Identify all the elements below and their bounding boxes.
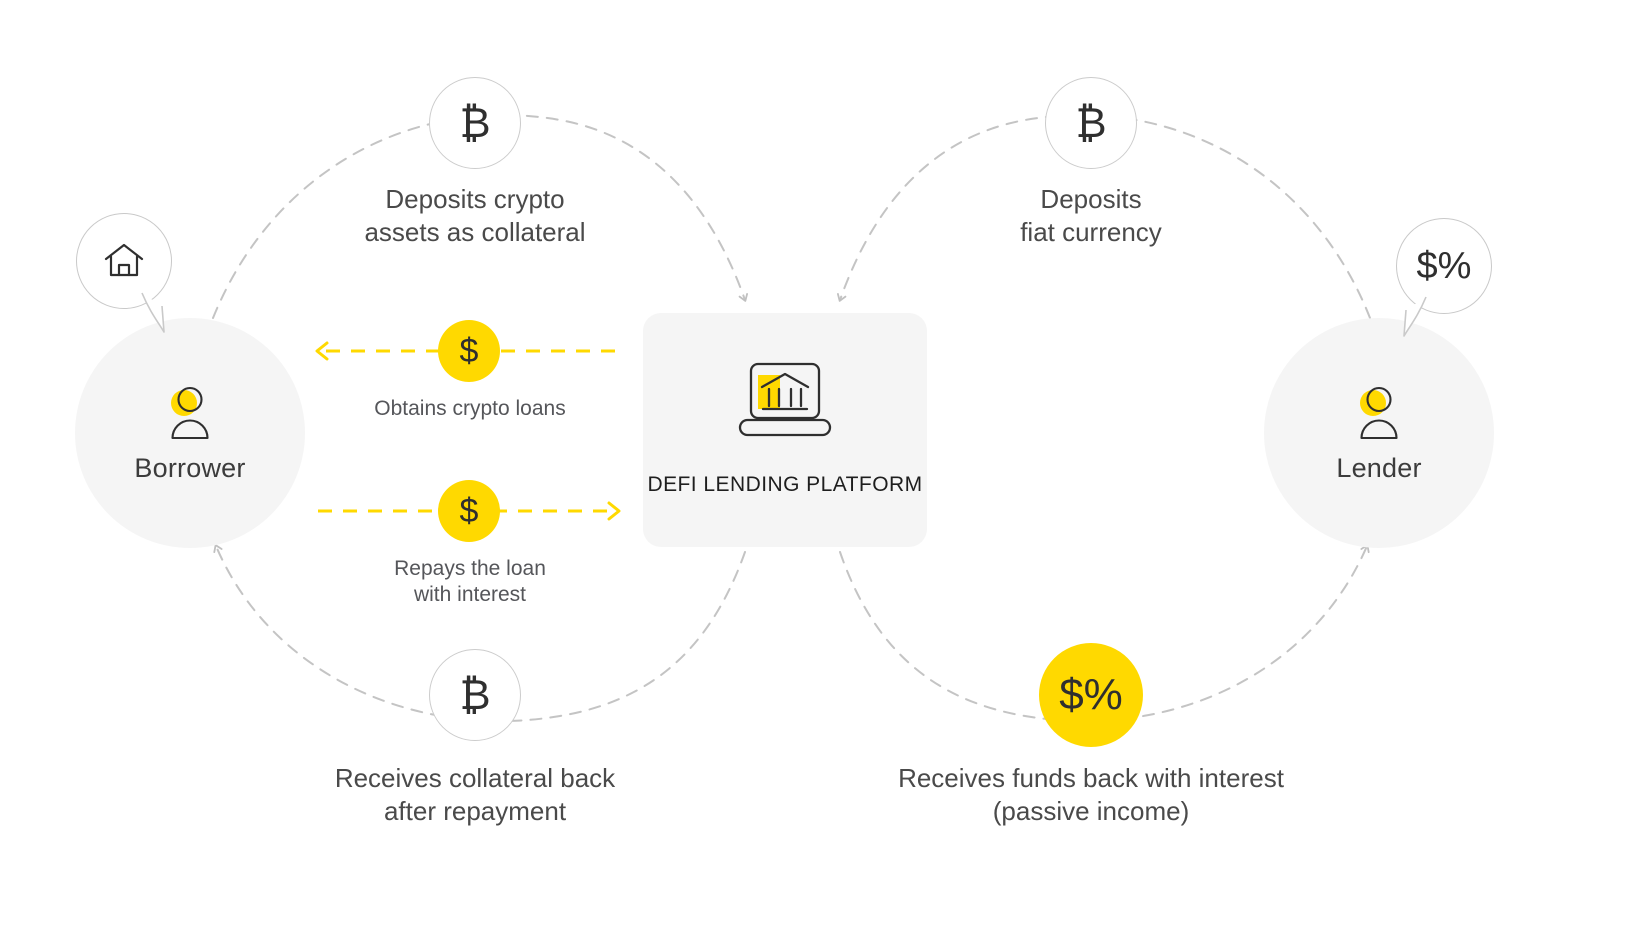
caption-repays-loan: Repays the loan with interest	[394, 557, 546, 607]
caption-borrower-deposit: Deposits crypto assets as collateral	[364, 184, 586, 247]
actor-lender-label: Lender	[1336, 452, 1422, 483]
token-borrower-deposit: ₿	[429, 77, 521, 169]
defi-lending-diagram: Borrower Lender $% DEFI LENDING PLATFORM…	[0, 0, 1648, 952]
dollar-icon: $	[459, 332, 479, 370]
person-icon	[159, 385, 221, 443]
token-repays-loan: $	[438, 480, 500, 542]
actor-borrower-label: Borrower	[134, 452, 246, 483]
token-obtains-loan: $	[438, 320, 500, 382]
caption-receives-funds: Receives funds back with interest (passi…	[898, 763, 1284, 826]
bitcoin-icon: ₿	[459, 671, 491, 718]
caption-lender-deposit: Deposits fiat currency	[1020, 184, 1162, 247]
person-icon	[1348, 385, 1410, 443]
token-lender-deposit: ₿	[1045, 77, 1137, 169]
token-receives-collateral: ₿	[429, 649, 521, 741]
dollar-percent-icon: $%	[1059, 670, 1123, 719]
dollar-percent-icon: $%	[1416, 245, 1472, 287]
home-icon	[104, 243, 144, 277]
actor-borrower[interactable]: Borrower	[75, 318, 305, 548]
token-receives-funds: $%	[1039, 643, 1143, 747]
laptop-bank-icon	[738, 362, 832, 436]
bitcoin-icon: ₿	[459, 99, 491, 146]
bitcoin-icon: ₿	[1075, 99, 1107, 146]
lender-bubble: $%	[1396, 218, 1492, 314]
caption-receives-collateral: Receives collateral back after repayment	[334, 763, 616, 826]
platform-title: DEFI LENDING PLATFORM	[647, 472, 923, 496]
platform-node[interactable]: DEFI LENDING PLATFORM	[643, 313, 927, 547]
dollar-icon: $	[459, 492, 479, 530]
caption-obtains-loan: Obtains crypto loans	[374, 397, 566, 420]
actor-lender[interactable]: Lender	[1264, 318, 1494, 548]
borrower-bubble	[76, 213, 172, 309]
